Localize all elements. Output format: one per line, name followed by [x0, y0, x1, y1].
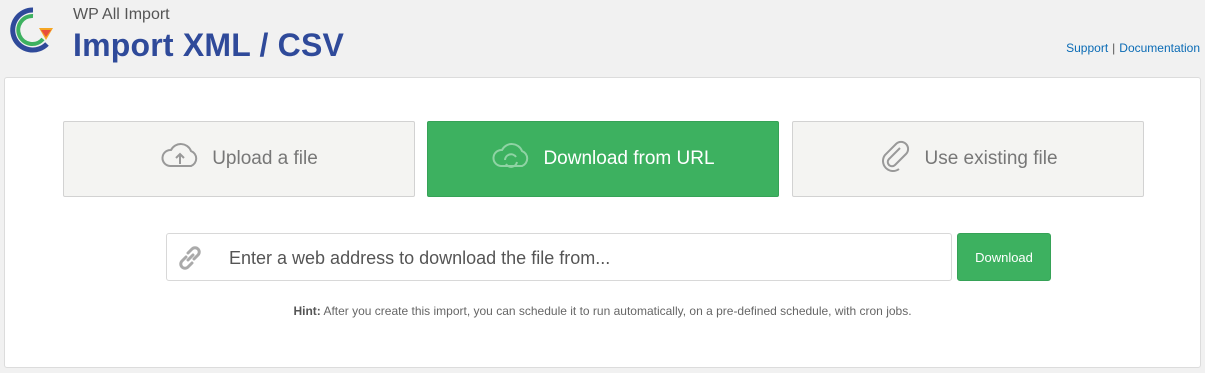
- existing-file-option[interactable]: Use existing file: [792, 121, 1144, 197]
- hint-body: After you create this import, you can sc…: [320, 304, 912, 318]
- cloud-sync-icon: [491, 140, 543, 178]
- support-link[interactable]: Support: [1066, 41, 1108, 55]
- plugin-name: WP All Import: [73, 6, 170, 23]
- paperclip-icon: [878, 139, 924, 179]
- download-url-option[interactable]: Download from URL: [427, 121, 779, 197]
- page-title: Import XML / CSV: [73, 27, 345, 63]
- hint-label: Hint:: [293, 304, 321, 318]
- upload-file-label: Upload a file: [212, 148, 318, 169]
- wp-all-import-logo: [3, 4, 63, 56]
- header-links: Support | Documentation: [1066, 41, 1200, 55]
- url-input[interactable]: [227, 244, 931, 272]
- upload-file-option[interactable]: Upload a file: [63, 121, 415, 197]
- link-icon: [177, 245, 203, 276]
- cloud-upload-icon: [160, 140, 212, 178]
- existing-file-label: Use existing file: [924, 148, 1058, 169]
- download-button[interactable]: Download: [957, 233, 1051, 281]
- link-separator: |: [1112, 41, 1116, 55]
- download-url-label: Download from URL: [543, 148, 715, 169]
- import-panel: Upload a file Download from URL Use exis…: [4, 77, 1201, 368]
- url-input-box[interactable]: [166, 233, 952, 281]
- hint-text: Hint: After you create this import, you …: [5, 304, 1200, 318]
- documentation-link[interactable]: Documentation: [1119, 41, 1200, 55]
